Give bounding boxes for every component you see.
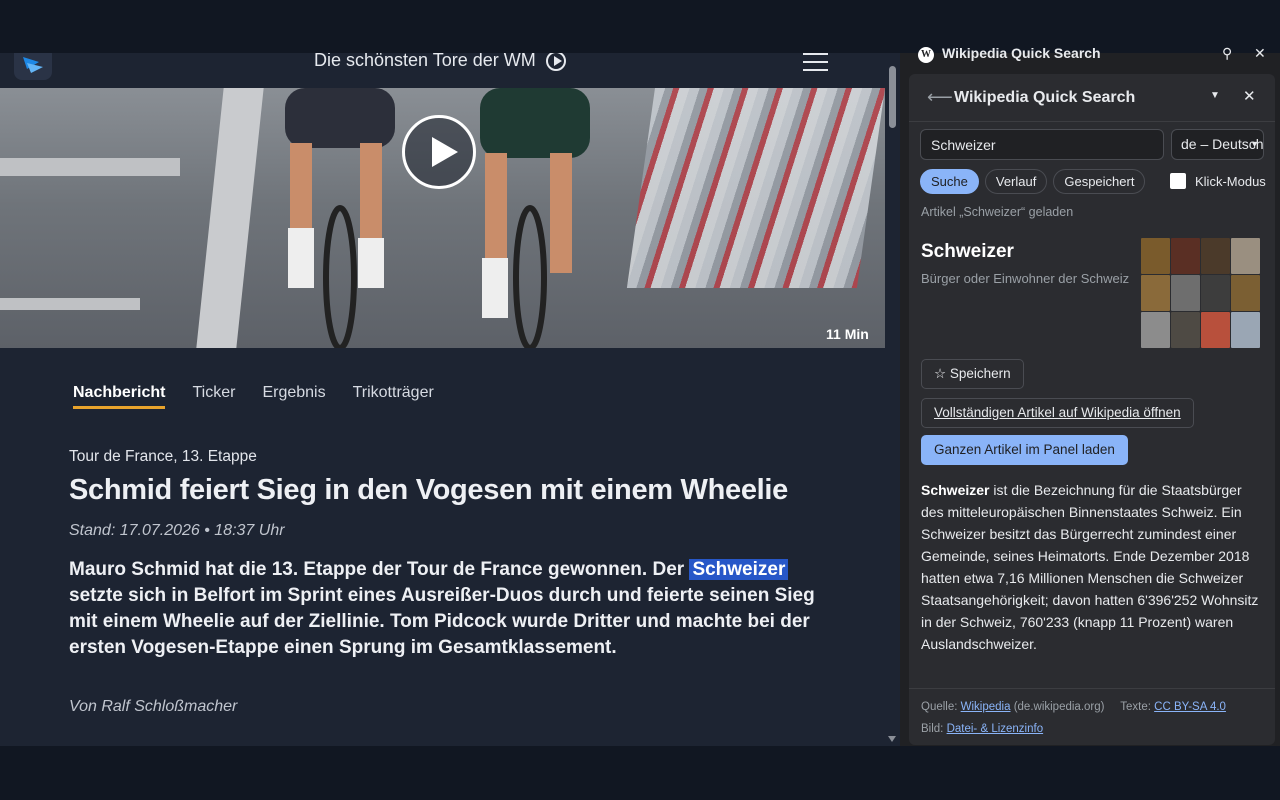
click-mode-toggle[interactable]: Klick-Modus [1170, 173, 1266, 189]
article-tabs: Nachbericht Ticker Ergebnis Trikotträger [73, 384, 461, 409]
text-license-label: Texte: [1120, 701, 1151, 713]
road-marking [196, 88, 264, 348]
source-label: Quelle: [921, 701, 958, 713]
article-timestamp: Stand: 17.07.2026 • 18:37 Uhr [69, 522, 285, 539]
menu-button[interactable] [803, 53, 828, 71]
play-circle-icon [545, 53, 566, 71]
source-link[interactable]: Wikipedia [961, 701, 1011, 713]
portrait-image [1141, 238, 1170, 274]
search-input[interactable] [920, 129, 1164, 160]
mode-chips: Suche Verlauf Gespeichert [920, 169, 1146, 194]
page-scrollbar[interactable] [885, 53, 900, 746]
chip-suche[interactable]: Suche [920, 169, 979, 194]
road-marking [0, 298, 140, 310]
panel-footer: Quelle: Wikipedia (de.wikipedia.org) Tex… [909, 688, 1275, 745]
extract-text: ist die Bezeichnung für die Staatsbürger… [921, 482, 1259, 652]
chip-gespeichert[interactable]: Gespeichert [1053, 169, 1146, 194]
lead-text: Mauro Schmid hat die 13. Etappe der Tour… [69, 559, 690, 580]
tab-nachbericht[interactable]: Nachbericht [73, 384, 166, 409]
image-license-link[interactable]: Datei- & Lizenzinfo [947, 723, 1044, 735]
chip-verlauf[interactable]: Verlauf [984, 169, 1048, 194]
close-icon[interactable]: ✕ [1254, 45, 1266, 62]
portrait-image [1231, 238, 1260, 274]
video-player[interactable]: 11 Min [0, 88, 885, 348]
panel-header: ⟵ Wikipedia Quick Search ▼ ✕ [909, 74, 1275, 122]
portrait-image [1201, 275, 1230, 311]
article-lead: Mauro Schmid hat die 13. Etappe der Tour… [69, 557, 829, 661]
scroll-down-arrow-icon[interactable] [888, 736, 896, 742]
menu-line [803, 53, 828, 55]
tab-trikottraeger[interactable]: Trikotträger [353, 384, 434, 409]
click-mode-label: Klick-Modus [1195, 173, 1266, 189]
spectator-barrier [626, 88, 885, 288]
portrait-image [1171, 312, 1200, 348]
tab-ticker[interactable]: Ticker [192, 384, 235, 409]
pin-icon[interactable]: ⚲ [1222, 45, 1232, 62]
back-arrow-icon[interactable]: ⟵ [927, 87, 953, 108]
status-text: Artikel „Schweizer“ geladen [921, 205, 1074, 219]
load-full-article-button[interactable]: Ganzen Artikel im Panel laden [921, 435, 1128, 465]
language-select[interactable]: de – Deutsch ▼ [1171, 129, 1264, 160]
menu-line [803, 69, 828, 71]
road-marking [0, 158, 180, 176]
portrait-image [1171, 275, 1200, 311]
image-label: Bild: [921, 723, 944, 735]
scrollbar-thumb[interactable] [889, 66, 896, 128]
side-panel-window-title: Wikipedia Quick Search [942, 45, 1101, 61]
video-play-button[interactable] [402, 115, 476, 189]
click-mode-checkbox[interactable] [1170, 173, 1186, 189]
source-line: Quelle: Wikipedia (de.wikipedia.org) Tex… [921, 701, 1226, 713]
article-subtitle: Bürger oder Einwohner der Schweiz [921, 271, 1130, 286]
article-thumbnail [1141, 238, 1261, 350]
wikipedia-icon: W [918, 47, 934, 63]
portrait-image [1231, 312, 1260, 348]
site-logo[interactable] [14, 53, 52, 80]
site-header: Die schönsten Tore der WM [0, 53, 885, 88]
side-panel-titlebar: W Wikipedia Quick Search ⚲ ✕ [900, 45, 1280, 65]
image-line: Bild: Datei- & Lizenzinfo [921, 723, 1043, 735]
chevron-down-icon: ▼ [1250, 139, 1259, 149]
tab-ergebnis[interactable]: Ergebnis [262, 384, 325, 409]
portrait-image [1231, 275, 1260, 311]
promo-link[interactable]: Die schönsten Tore der WM [314, 53, 566, 71]
menu-line [803, 61, 828, 63]
lead-text: setzte sich in Belfort im Sprint eines A… [69, 585, 815, 658]
article-headline: Schmid feiert Sieg in den Vogesen mit ei… [69, 474, 789, 506]
portrait-image [1201, 312, 1230, 348]
video-duration: 11 Min [826, 326, 869, 342]
portrait-image [1141, 275, 1170, 311]
article-kicker: Tour de France, 13. Etappe [69, 448, 257, 465]
news-site: Die schönsten Tore der WM 11 Min Nachber… [0, 53, 885, 746]
portrait-image [1171, 238, 1200, 274]
wikipedia-panel: ⟵ Wikipedia Quick Search ▼ ✕ de – Deutsc… [909, 74, 1275, 745]
portrait-image [1141, 312, 1170, 348]
article-title: Schweizer [921, 241, 1014, 262]
article-author: Von Ralf Schloßmacher [69, 698, 238, 715]
close-icon[interactable]: ✕ [1243, 87, 1256, 105]
browser-bottom-bar [0, 746, 1280, 800]
selected-word[interactable]: Schweizer [689, 559, 789, 580]
promo-text: Die schönsten Tore der WM [314, 53, 536, 70]
save-button[interactable]: ☆ Speichern [921, 359, 1024, 389]
logo-icon [23, 57, 43, 73]
source-domain: (de.wikipedia.org) [1013, 701, 1105, 713]
extract-title: Schweizer [921, 482, 990, 498]
panel-title: Wikipedia Quick Search [954, 89, 1136, 106]
cyclist-image [480, 88, 590, 348]
license-link[interactable]: CC BY-SA 4.0 [1154, 701, 1226, 713]
article-extract: Schweizer ist die Bezeichnung für die St… [921, 479, 1267, 655]
portrait-image [1201, 238, 1230, 274]
chevron-down-icon[interactable]: ▼ [1210, 90, 1220, 101]
open-on-wikipedia-button[interactable]: Vollständigen Artikel auf Wikipedia öffn… [921, 398, 1194, 428]
